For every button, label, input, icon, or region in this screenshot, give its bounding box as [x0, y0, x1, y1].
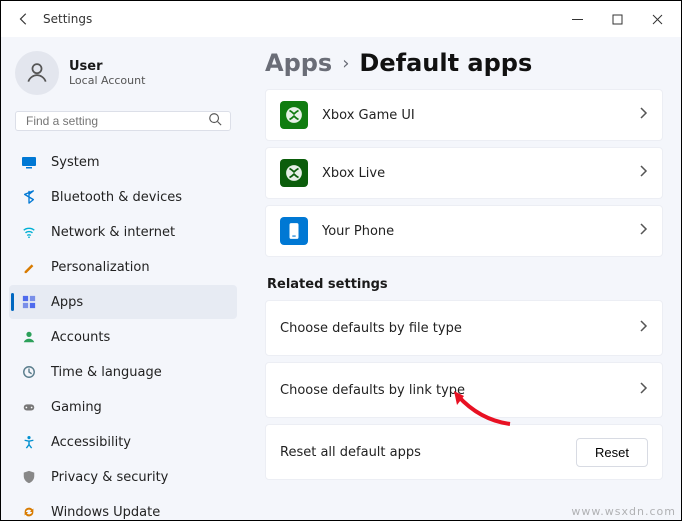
related-label: Choose defaults by file type	[280, 321, 624, 336]
reset-label: Reset all default apps	[280, 445, 562, 460]
sidebar-item-label: Apps	[51, 295, 83, 310]
avatar	[15, 51, 59, 95]
search-icon	[208, 112, 222, 130]
minimize-button[interactable]	[557, 4, 597, 34]
sidebar-item-accounts[interactable]: Accounts	[9, 320, 237, 354]
window-controls	[557, 4, 677, 34]
sidebar-item-label: Gaming	[51, 400, 102, 415]
related-label: Choose defaults by link type	[280, 383, 624, 398]
sidebar-item-time[interactable]: Time & language	[9, 355, 237, 389]
system-icon	[21, 154, 37, 170]
nav-list: System Bluetooth & devices Network & int…	[9, 145, 237, 530]
apps-icon	[21, 294, 37, 310]
chevron-right-icon	[638, 165, 648, 181]
titlebar: Settings	[1, 1, 681, 37]
reset-default-apps: Reset all default apps Reset	[265, 424, 663, 480]
app-label: Xbox Live	[322, 166, 624, 181]
breadcrumb-parent[interactable]: Apps	[265, 49, 332, 77]
sidebar-item-label: Network & internet	[51, 225, 175, 240]
back-button[interactable]	[11, 12, 37, 26]
sidebar-item-label: Time & language	[51, 365, 162, 380]
sidebar-item-label: Bluetooth & devices	[51, 190, 182, 205]
breadcrumb: Apps › Default apps	[265, 49, 663, 77]
accessibility-icon	[21, 434, 37, 450]
search-input[interactable]	[24, 113, 208, 129]
bluetooth-icon	[21, 189, 37, 205]
reset-button[interactable]: Reset	[576, 438, 648, 467]
xbox-icon	[280, 101, 308, 129]
sidebar-item-label: Accounts	[51, 330, 110, 345]
network-icon	[21, 224, 37, 240]
app-label: Xbox Game UI	[322, 108, 624, 123]
user-name: User	[69, 59, 145, 74]
sidebar-item-update[interactable]: Windows Update	[9, 495, 237, 529]
chevron-right-icon	[638, 107, 648, 123]
sidebar-item-privacy[interactable]: Privacy & security	[9, 460, 237, 494]
sidebar-item-label: System	[51, 155, 99, 170]
gaming-icon	[21, 399, 37, 415]
maximize-button[interactable]	[597, 4, 637, 34]
user-subtitle: Local Account	[69, 74, 145, 87]
user-profile[interactable]: User Local Account	[9, 45, 237, 107]
sidebar-item-accessibility[interactable]: Accessibility	[9, 425, 237, 459]
sidebar-item-bluetooth[interactable]: Bluetooth & devices	[9, 180, 237, 214]
xbox-icon	[280, 159, 308, 187]
app-row-your-phone[interactable]: Your Phone	[265, 205, 663, 257]
chevron-right-icon	[638, 382, 648, 398]
sidebar-item-label: Accessibility	[51, 435, 131, 450]
sidebar-item-personalization[interactable]: Personalization	[9, 250, 237, 284]
personalization-icon	[21, 259, 37, 275]
sidebar-item-label: Personalization	[51, 260, 150, 275]
app-row-xbox-live[interactable]: Xbox Live	[265, 147, 663, 199]
sidebar-item-label: Privacy & security	[51, 470, 168, 485]
chevron-right-icon	[638, 223, 648, 239]
close-button[interactable]	[637, 4, 677, 34]
chevron-right-icon: ›	[342, 53, 349, 74]
phone-icon	[280, 217, 308, 245]
window-title: Settings	[43, 12, 557, 26]
sidebar-item-gaming[interactable]: Gaming	[9, 390, 237, 424]
privacy-icon	[21, 469, 37, 485]
app-row-xbox-game-ui[interactable]: Xbox Game UI	[265, 89, 663, 141]
related-settings-title: Related settings	[267, 277, 663, 292]
sidebar: User Local Account System Bluetooth & de…	[1, 37, 243, 520]
app-label: Your Phone	[322, 224, 624, 239]
main-content: Apps › Default apps Xbox Game UI Xbox Li…	[243, 37, 681, 520]
related-file-type[interactable]: Choose defaults by file type	[265, 300, 663, 356]
chevron-right-icon	[638, 320, 648, 336]
sidebar-item-network[interactable]: Network & internet	[9, 215, 237, 249]
search-box[interactable]	[15, 111, 231, 131]
sidebar-item-system[interactable]: System	[9, 145, 237, 179]
related-link-type[interactable]: Choose defaults by link type	[265, 362, 663, 418]
sidebar-item-label: Windows Update	[51, 505, 160, 520]
page-title: Default apps	[359, 49, 532, 77]
watermark: www.wsxdn.com	[571, 505, 676, 518]
accounts-icon	[21, 329, 37, 345]
sidebar-item-apps[interactable]: Apps	[9, 285, 237, 319]
update-icon	[21, 504, 37, 520]
time-icon	[21, 364, 37, 380]
